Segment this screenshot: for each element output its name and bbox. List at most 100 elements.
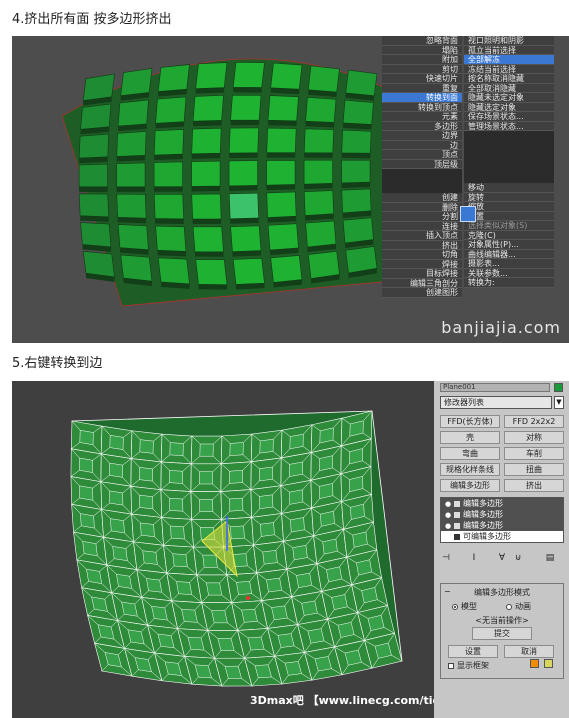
quad-menu-right-lower-item[interactable]: 旋转 xyxy=(464,192,554,202)
stack-item[interactable]: 可编辑多边形 xyxy=(441,531,563,542)
quad-menu-left-lower-item[interactable]: 切角 xyxy=(382,250,462,260)
quad-menu-left-lower-item[interactable]: 连接 xyxy=(382,221,462,231)
modifier-button-ffd-box[interactable]: FFD(长方体) xyxy=(440,415,500,428)
quad-menu-right-item[interactable]: 按名称取消隐藏 xyxy=(464,74,554,84)
extruded-face xyxy=(78,163,108,188)
quad-menu-left-lower-item[interactable]: 删除 xyxy=(382,202,462,212)
quad-menu-right-lower-item[interactable]: 选择类似对象(S) xyxy=(464,221,554,231)
stack-item[interactable]: ● 编辑多边形 xyxy=(441,520,563,531)
quad-menu-left-lower-item[interactable]: 创建图形 xyxy=(382,288,462,298)
quad-menu-left-item[interactable]: 多边形 xyxy=(382,121,462,131)
inset-face xyxy=(79,457,93,473)
chevron-down-icon[interactable]: ▼ xyxy=(554,396,564,409)
object-color-swatch[interactable] xyxy=(554,383,563,392)
modifier-list-dropdown[interactable]: 修改器列表 xyxy=(440,396,552,409)
modifier-button-extrude[interactable]: 挤出 xyxy=(504,479,564,492)
show-end-result-icon[interactable]: Ⅰ xyxy=(468,551,480,565)
stack-item[interactable]: ● 编辑多边形 xyxy=(441,509,563,520)
quad-menu-left-lower-item[interactable]: 目标焊接 xyxy=(382,269,462,279)
quad-menu-left-item[interactable]: 顶点 xyxy=(382,150,462,160)
extruded-face xyxy=(192,95,224,122)
quad-menu-right-lower-item[interactable]: 转换为: xyxy=(464,278,554,288)
extruded-face xyxy=(120,68,153,97)
quad-menu-right-item[interactable]: 视口照明和阴影 xyxy=(464,36,554,46)
quad-menu-left-item[interactable]: 边界 xyxy=(382,131,462,141)
quad-menu-left-lower-item[interactable]: 插入顶点 xyxy=(382,231,462,241)
quad-menu-right-lower-item[interactable]: 对象属性(P)... xyxy=(464,240,554,250)
quad-menu[interactable]: 忽略背面 塌陷 附加 剪切 快速切片 重复 转换到面 转换到顶点 元素 多边形 边界边顶点 顶层级创建… xyxy=(382,36,554,304)
quad-menu-left-item[interactable]: 元素 xyxy=(382,112,462,122)
quad-menu-right-lower-item[interactable]: 关联参数... xyxy=(464,268,554,278)
selected-cage-color-swatch[interactable] xyxy=(544,659,553,668)
quad-menu-right-lower-item[interactable]: 克隆(C) xyxy=(464,230,554,240)
inset-face xyxy=(331,594,348,610)
configure-sets-icon[interactable]: ▤ xyxy=(544,551,556,565)
quad-menu-left-item[interactable]: 快速切片 xyxy=(382,74,462,84)
radio-model[interactable]: 模型 xyxy=(452,601,477,612)
quad-menu-left-lower-item[interactable]: 分割 xyxy=(382,212,462,222)
modifier-button-lathe[interactable]: 车削 xyxy=(504,447,564,460)
stack-item-label: 编辑多边形 xyxy=(463,499,503,508)
modifier-button-twist[interactable]: 扭曲 xyxy=(504,463,564,476)
show-cage-checkbox[interactable]: 显示框架 xyxy=(448,660,489,671)
inset-face xyxy=(169,442,184,456)
remove-modifier-icon[interactable]: ⊍ xyxy=(512,551,524,565)
make-unique-icon[interactable]: ∀ xyxy=(496,551,508,565)
quad-menu-right-item[interactable]: 管理场景状态... xyxy=(464,121,554,131)
quad-menu-right-lower-item[interactable]: 缩放 xyxy=(464,202,554,212)
modifier-button-symmetry[interactable]: 对称 xyxy=(504,431,564,444)
viewport-extrude-polygons[interactable]: 忽略背面 塌陷 附加 剪切 快速切片 重复 转换到面 转换到顶点 元素 多边形 边界边顶点 顶层级创建… xyxy=(12,36,569,343)
modifier-button-edit-poly[interactable]: 编辑多边形 xyxy=(440,479,500,492)
quad-menu-right-item[interactable]: 冻结当前选择 xyxy=(464,64,554,74)
quad-menu-left-lower-item[interactable]: 挤出 xyxy=(382,240,462,250)
quad-menu-left-item[interactable]: 顶层级 xyxy=(382,159,462,169)
quad-menu-left-lower-item[interactable]: 创建 xyxy=(382,193,462,203)
inset-face xyxy=(247,636,265,651)
inset-face xyxy=(202,554,218,568)
radio-model-label: 模型 xyxy=(461,602,477,611)
modifier-stack[interactable]: ● 编辑多边形 ● 编辑多边形 ● 编辑多边形 可编辑多边形 xyxy=(440,497,564,543)
modifier-button-normalize-spline[interactable]: 规格化样条线 xyxy=(440,463,500,476)
quad-menu-left-item[interactable]: 塌陷 xyxy=(382,45,462,55)
extruded-face-side xyxy=(116,186,146,192)
quad-menu-right-lower-item[interactable]: 移动 xyxy=(464,183,554,193)
extruded-face xyxy=(155,96,187,124)
quad-menu-right-lower-item[interactable]: 曲线编辑器... xyxy=(464,249,554,259)
quad-menu-left-item[interactable]: 剪切 xyxy=(382,64,462,74)
inset-face xyxy=(229,470,243,484)
quad-menu-left-item[interactable]: 重复 xyxy=(382,83,462,93)
quad-menu-left-item[interactable]: 转换到顶点 xyxy=(382,102,462,112)
quad-menu-right-lower-item[interactable]: 放置 xyxy=(464,211,554,221)
object-name-field[interactable]: Plane001 xyxy=(440,383,550,392)
quad-menu-right-item[interactable]: 孤立当前选择 xyxy=(464,45,554,55)
quad-menu-right-item[interactable]: 全部取消隐藏 xyxy=(464,83,554,93)
extruded-face xyxy=(153,161,183,188)
stack-item[interactable]: ● 编辑多边形 xyxy=(441,498,563,509)
quad-menu-left-item[interactable]: 附加 xyxy=(382,55,462,65)
quad-menu-left-lower-item[interactable]: 焊接 xyxy=(382,259,462,269)
pin-stack-icon[interactable]: ⊣ xyxy=(440,551,452,565)
show-cage-label: 显示框架 xyxy=(457,661,489,670)
radio-animate[interactable]: 动画 xyxy=(506,601,531,612)
extruded-face xyxy=(267,95,299,122)
menu-separator xyxy=(464,131,554,183)
quad-menu-right-item[interactable]: 隐藏未选定对象 xyxy=(464,93,554,103)
quad-menu-left-item[interactable]: 边 xyxy=(382,140,462,150)
inset-face xyxy=(289,489,304,505)
cage-color-swatch[interactable] xyxy=(530,659,539,668)
viewport-convert-to-edge[interactable]: 3Dmax吧 【www.linecg.com/tieba/1771】 Plane… xyxy=(12,381,569,718)
modifier-button-bend[interactable]: 弯曲 xyxy=(440,447,500,460)
quad-menu-right-item[interactable]: 隐藏选定对象 xyxy=(464,102,554,112)
settings-button[interactable]: 设置 xyxy=(448,645,498,658)
modifier-button-shell[interactable]: 壳 xyxy=(440,431,500,444)
quad-menu-left-item[interactable]: 转换到面 xyxy=(382,93,462,103)
quad-menu-left-lower-item[interactable]: 编辑三角剖分 xyxy=(382,278,462,288)
quad-menu-right-item[interactable]: 保存场景状态... xyxy=(464,112,554,122)
quad-menu-right-lower-item[interactable]: 摄影表... xyxy=(464,259,554,269)
quad-menu-right-item[interactable]: 全部解冻 xyxy=(464,55,554,65)
quad-menu-left-item[interactable]: 忽略背面 xyxy=(382,36,462,46)
inset-face xyxy=(271,605,288,621)
commit-button[interactable]: 提交 xyxy=(472,627,532,640)
cancel-button[interactable]: 取消 xyxy=(504,645,554,658)
modifier-button-ffd-2x2x2[interactable]: FFD 2x2x2 xyxy=(504,415,564,428)
